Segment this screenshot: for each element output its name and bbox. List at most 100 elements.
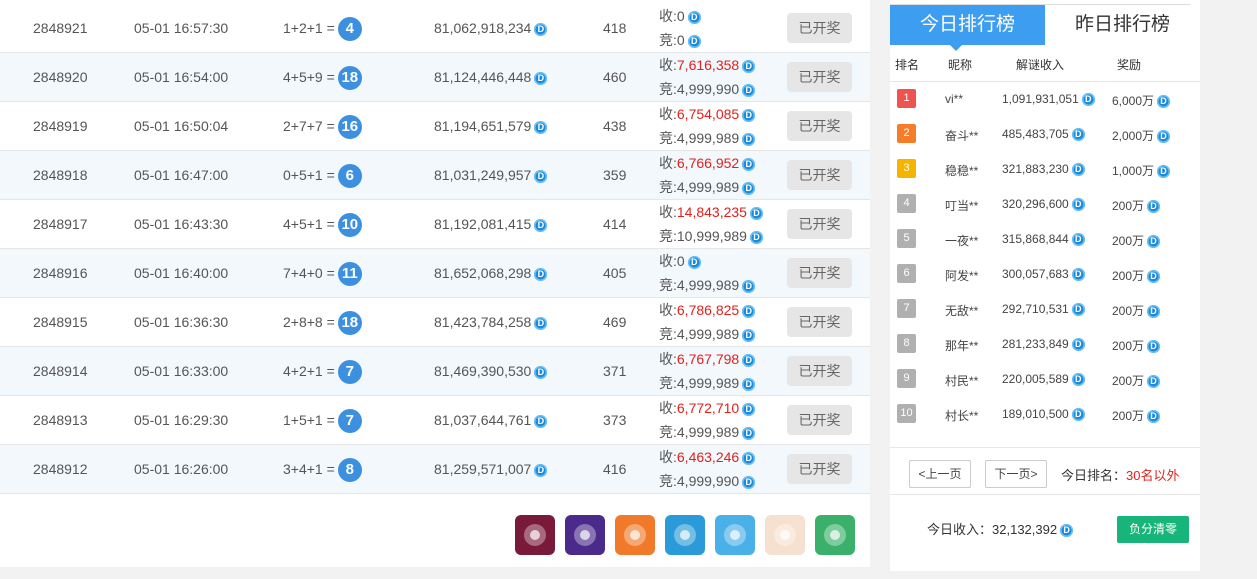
rank-badge: 2 [897,124,916,143]
coin-icon: D [742,353,756,367]
scooter-game-icon[interactable] [765,515,805,555]
rank-income-value: 485,483,705 [1002,127,1069,141]
income-label: 收: [659,57,677,73]
rank-income-value: 320,296,600 [1002,197,1069,211]
rocket-game-icon[interactable] [565,515,605,555]
pool-value: 81,423,784,258 [434,314,532,330]
ranking-row: 9 村民** 220,005,589 D 200万 D [890,362,1200,397]
round-time: 05-01 16:26:00 [134,461,229,477]
rank-badge: 1 [897,89,916,108]
prev-page-button[interactable]: <上一页 [909,460,971,488]
round-formula: 4+5+9 = 18 [283,53,362,101]
coin-icon: D [742,181,756,195]
bet-line: 竞:0 D [659,28,701,52]
drawn-button[interactable]: 已开奖 [787,307,852,337]
clear-negative-button[interactable]: 负分清零 [1117,516,1189,543]
drawn-button[interactable]: 已开奖 [787,209,852,239]
drawn-button[interactable]: 已开奖 [787,356,852,386]
income-label: 收: [659,302,677,318]
ranking-row: 10 村长** 189,010,500 D 200万 D [890,397,1200,432]
bet-line: 竞:4,999,990 D [659,77,756,101]
bet-line: 竞:4,999,989 D [659,126,756,150]
income-line: 收:6,767,798 D [659,347,756,371]
rank-reward: 200万 D [1112,372,1161,389]
rank-income: 189,010,500 D [1002,407,1085,422]
drawn-button[interactable]: 已开奖 [787,62,852,92]
ranking-row: 5 一夜** 315,868,844 D 200万 D [890,222,1200,257]
coin-icon: D [534,365,548,379]
coin-icon: D [687,10,701,24]
bet-value: 4,999,989 [676,277,740,293]
next-page-button[interactable]: 下一页> [985,460,1047,488]
bet-value: 4,999,989 [676,130,740,146]
round-id: 2848916 [33,265,88,281]
drawn-button[interactable]: 已开奖 [787,454,852,484]
tab-yesterday-ranking[interactable]: 昨日排行榜 [1045,5,1200,45]
rank-nickname: 稳稳** [945,164,979,178]
bet-value: 4,999,989 [676,179,740,195]
tab-today-ranking[interactable]: 今日排行榜 [890,5,1045,51]
rank-reward-value: 200万 [1112,269,1145,283]
rank-income: 300,057,683 D [1002,267,1085,282]
formula-text: 4+5+1 = [283,216,335,232]
table-row: 2848912 05-01 16:26:00 3+4+1 = 8 81,259,571,… [0,445,870,494]
prize-pool: 81,194,651,579 D [434,102,548,150]
sum-ball: 4 [337,17,362,42]
coin-icon: D [534,414,548,428]
rank-income: 220,005,589 D [1002,372,1085,387]
coin-icon: D [1147,340,1161,354]
bet-label: 竞: [659,473,677,489]
coin-icon: D [1071,128,1085,142]
dragon-game-icon[interactable] [615,515,655,555]
my-result: 收:6,754,085 D 竞:4,999,989 D [659,102,756,150]
rank-income-value: 321,883,230 [1002,162,1069,176]
divider [890,494,1200,495]
coin-icon: D [742,475,756,489]
rank-badge: 10 [897,404,916,423]
rank-nickname: 村长** [945,409,979,423]
boat-game-icon[interactable] [665,515,705,555]
my-result: 收:6,772,710 D 竞:4,999,989 D [659,396,756,444]
rank-income: 315,868,844 D [1002,232,1085,247]
rank-income-value: 281,233,849 [1002,337,1069,351]
prize-pool: 81,423,784,258 D [434,298,548,346]
drawn-button[interactable]: 已开奖 [787,258,852,288]
income-line: 收:0 D [659,4,701,28]
bicycle-game-icon[interactable] [815,515,855,555]
coin-icon: D [1071,198,1085,212]
coin-icon: D [742,328,756,342]
coin-icon: D [1147,410,1161,424]
rank-reward-value: 200万 [1112,339,1145,353]
taxi-game-icon[interactable] [715,515,755,555]
coin-icon: D [742,426,756,440]
player-count: 416 [603,461,627,477]
formula-text: 2+7+7 = [283,118,335,134]
player-count: 460 [603,69,627,85]
sum-ball: 7 [337,409,362,434]
divider [890,447,1200,448]
income-value: 0 [676,8,685,24]
rank-income: 281,233,849 D [1002,337,1085,352]
round-formula: 2+8+8 = 18 [283,298,362,346]
rank-nickname: 阿发** [945,269,979,283]
player-count: 414 [603,216,627,232]
round-formula: 3+4+1 = 8 [283,445,362,493]
bet-line: 竞:4,999,989 D [659,420,756,444]
round-time: 05-01 16:29:30 [134,412,229,428]
rank-income-value: 189,010,500 [1002,407,1069,421]
today-rank: 今日排名：30名以外 [1061,465,1179,484]
ufo-game-icon[interactable] [515,515,555,555]
formula-text: 1+2+1 = [283,20,335,36]
drawn-button[interactable]: 已开奖 [787,13,852,43]
pool-value: 81,194,651,579 [434,118,532,134]
my-result: 收:7,616,358 D 竞:4,999,990 D [659,53,756,101]
drawn-button[interactable]: 已开奖 [787,405,852,435]
today-rank-value: 30名以外 [1126,468,1180,483]
round-time: 05-01 16:47:00 [134,167,229,183]
drawn-button[interactable]: 已开奖 [787,160,852,190]
coin-icon: D [1147,235,1161,249]
rank-badge: 5 [897,229,916,248]
rank-badge: 8 [897,334,916,353]
drawn-button[interactable]: 已开奖 [787,111,852,141]
prize-pool: 81,037,644,761 D [434,396,548,444]
